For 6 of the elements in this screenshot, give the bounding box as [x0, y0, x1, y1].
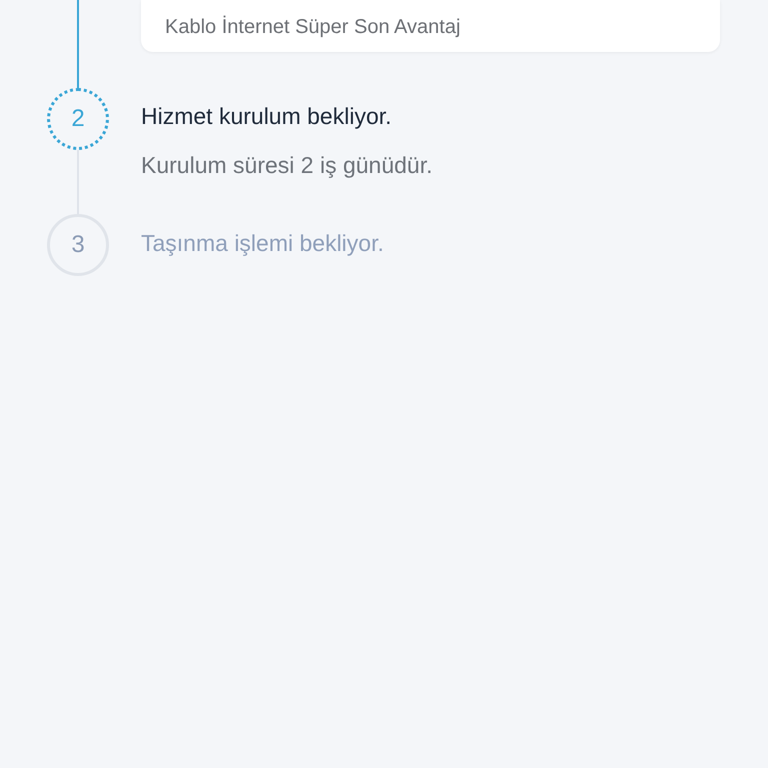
step-title: Hizmet kurulum bekliyor.: [141, 103, 393, 130]
step-title: Taşınma işlemi bekliyor.: [141, 230, 385, 257]
step-description: Kurulum süresi 2 iş günüdür.: [141, 152, 434, 179]
step-number: 2: [47, 88, 109, 150]
step-number: 3: [47, 214, 109, 276]
package-name: Kablo İnternet Süper Son Avantaj: [165, 14, 460, 38]
